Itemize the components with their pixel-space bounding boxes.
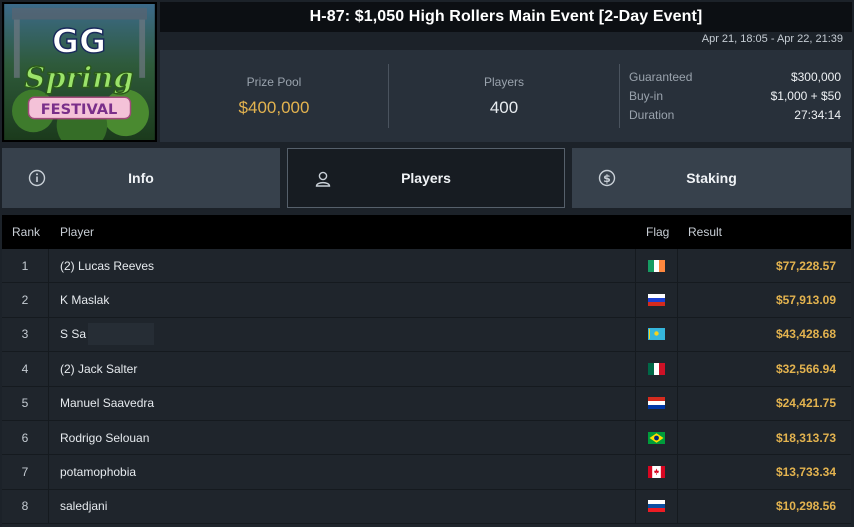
buyin-value: $1,000 + $50	[770, 89, 841, 103]
svg-text:$: $	[603, 172, 611, 185]
rank-cell: 6	[2, 420, 49, 455]
result-cell: $43,428.68	[775, 327, 836, 342]
tab-players[interactable]: Players	[287, 148, 565, 208]
table-header: Rank Player Flag Result	[2, 215, 851, 249]
rank-cell: 2	[2, 283, 49, 317]
players-value: 400	[489, 97, 519, 117]
paraguay-flag-icon	[648, 397, 665, 410]
result-cell: $32,566.94	[775, 361, 836, 376]
column-player[interactable]: Player	[60, 225, 94, 239]
divider	[619, 64, 620, 128]
flag-cell	[635, 420, 678, 455]
column-result[interactable]: Result	[688, 225, 722, 239]
player-name: S Sa	[60, 327, 87, 342]
result-cell: $10,298.56	[775, 499, 836, 514]
flag-cell	[635, 352, 678, 386]
column-flag[interactable]: Flag	[646, 225, 669, 239]
logo-gg-text: GG	[52, 22, 106, 61]
prize-pool-value: $400,000	[238, 97, 310, 117]
duration-label: Duration	[629, 108, 675, 122]
duration-value: 27:34:14	[794, 108, 841, 122]
duration-row: Duration 27:34:14	[629, 106, 841, 125]
ireland-flag-icon	[648, 259, 665, 272]
tab-staking[interactable]: $ Staking	[572, 148, 851, 208]
logo-spring-text: Spring	[24, 61, 133, 95]
players-label: Players	[483, 74, 524, 89]
prize-pool-label: Prize Pool	[246, 74, 302, 89]
table-row[interactable]: 4 (2) Jack Salter $32,566.94	[2, 352, 851, 387]
buyin-label: Buy-in	[629, 89, 664, 103]
rank-cell: 7	[2, 455, 49, 489]
canada-flag-icon	[648, 466, 665, 479]
dollar-coin-icon: $	[598, 169, 616, 187]
player-name: K Maslak	[60, 293, 110, 308]
rank-cell: 4	[2, 352, 49, 386]
table-row[interactable]: 2 K Maslak $57,913.09	[2, 283, 851, 318]
prize-pool-stat: Prize Pool $400,000	[160, 50, 388, 142]
brazil-flag-icon	[648, 431, 665, 444]
table-row[interactable]: 1 (2) Lucas Reeves $77,228.57	[2, 249, 851, 284]
results-table: Rank Player Flag Result 1 (2) Lucas Reev…	[2, 215, 851, 527]
info-icon	[28, 169, 46, 187]
guaranteed-row: Guaranteed $300,000	[629, 68, 841, 87]
result-cell: $18,313.73	[775, 430, 836, 445]
logo-festival-text: FESTIVAL	[41, 101, 118, 118]
table-row[interactable]: 6 Rodrigo Selouan $18,313.73	[2, 420, 851, 456]
flag-cell	[635, 489, 678, 524]
event-date-range: Apr 21, 18:05 - Apr 22, 21:39	[701, 33, 843, 45]
player-name: Manuel Saavedra	[60, 396, 155, 411]
rank-cell: 5	[2, 386, 49, 420]
tournament-page: GG Spring FESTIVAL H-87: $1,050 High Rol…	[0, 0, 854, 527]
table-row[interactable]: 5 Manuel Saavedra $24,421.75	[2, 386, 851, 421]
redacted-name-block	[88, 323, 155, 346]
tab-staking-label: Staking	[686, 170, 737, 186]
players-stat: Players 400	[389, 50, 619, 142]
flag-cell	[635, 317, 678, 352]
result-cell: $57,913.09	[775, 293, 836, 308]
guaranteed-label: Guaranteed	[629, 70, 693, 84]
flag-cell	[635, 249, 678, 283]
tab-info[interactable]: Info	[2, 148, 280, 208]
user-icon	[315, 171, 331, 187]
rank-cell: 3	[2, 317, 49, 352]
tab-players-label: Players	[401, 170, 451, 186]
event-title: H-87: $1,050 High Rollers Main Event [2-…	[309, 8, 703, 25]
event-summary: Prize Pool $400,000 Players 400 Guarante…	[160, 50, 852, 142]
table-row[interactable]: 8 saledjani $10,298.56	[2, 489, 851, 525]
gg-spring-festival-logo: GG Spring FESTIVAL	[4, 4, 155, 140]
guaranteed-value: $300,000	[790, 70, 841, 84]
player-name: (2) Jack Salter	[60, 361, 138, 376]
tab-info-label: Info	[128, 170, 154, 186]
russia-flag-icon	[648, 294, 665, 307]
result-cell: $24,421.75	[775, 396, 836, 411]
player-name: (2) Lucas Reeves	[60, 258, 155, 273]
buyin-row: Buy-in $1,000 + $50	[629, 87, 841, 106]
column-rank[interactable]: Rank	[12, 225, 40, 239]
player-name: Rodrigo Selouan	[60, 430, 150, 445]
table-row[interactable]: 3 S Sa $43,428.68	[2, 317, 851, 353]
slovenia-flag-icon	[648, 500, 665, 513]
player-name: potamophobia	[60, 465, 137, 480]
event-title-bar: H-87: $1,050 High Rollers Main Event [2-…	[160, 2, 852, 32]
rank-cell: 1	[2, 249, 49, 283]
flag-cell	[635, 283, 678, 317]
rank-cell: 8	[2, 489, 49, 524]
player-name: saledjani	[60, 499, 108, 514]
event-details: Guaranteed $300,000 Buy-in $1,000 + $50 …	[629, 68, 841, 125]
kazakhstan-flag-icon	[648, 328, 665, 341]
flag-cell	[635, 455, 678, 489]
flag-cell	[635, 386, 678, 420]
table-row[interactable]: 7 potamophobia $13,733.34	[2, 455, 851, 490]
mexico-flag-icon	[648, 362, 665, 375]
event-logo: GG Spring FESTIVAL	[2, 2, 157, 142]
result-cell: $77,228.57	[775, 258, 836, 273]
player-name-cell: S Sa	[60, 318, 155, 351]
result-cell: $13,733.34	[775, 465, 836, 480]
